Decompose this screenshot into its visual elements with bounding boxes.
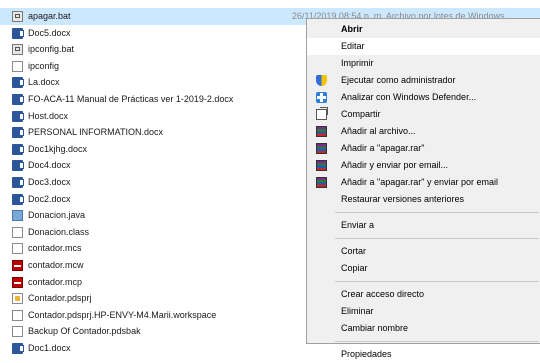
winrar-icon bbox=[316, 177, 327, 188]
menu-item-crear-acceso-directo[interactable]: Crear acceso directo bbox=[307, 286, 540, 303]
menu-separator bbox=[335, 281, 539, 282]
menu-item-label: Añadir y enviar por email... bbox=[341, 160, 449, 170]
file-name: La.docx bbox=[28, 77, 60, 88]
menu-item-label: Cambiar nombre bbox=[341, 323, 409, 333]
word-document-icon bbox=[12, 27, 24, 39]
blank-file-icon bbox=[12, 60, 23, 72]
menu-item-anadir-a-apagar-rar-y-enviar-por-email[interactable]: Añadir a "apagar.rar" y enviar por email bbox=[307, 174, 540, 191]
menu-item-imprimir[interactable]: Imprimir bbox=[307, 55, 540, 72]
share-icon bbox=[316, 107, 328, 120]
menu-item-cambiar-nombre[interactable]: Cambiar nombre bbox=[307, 320, 540, 337]
file-name: Donacion.java bbox=[28, 210, 86, 221]
word-document-icon bbox=[12, 160, 24, 172]
uac-shield-icon bbox=[316, 75, 327, 86]
menu-item-label: Cortar bbox=[341, 246, 367, 256]
menu-item-label: Copiar bbox=[341, 263, 368, 273]
file-name: contador.mcp bbox=[28, 276, 83, 287]
menu-item-label: Propiedades bbox=[341, 349, 392, 359]
file-name: contador.mcs bbox=[28, 243, 82, 254]
file-name: Contador.pdsprj.HP-ENVY-M4.Marii.workspa… bbox=[28, 309, 217, 320]
file-name: PERSONAL INFORMATION.docx bbox=[28, 127, 164, 138]
menu-item-label: Ejecutar como administrador bbox=[341, 75, 456, 85]
menu-item-label: Compartir bbox=[341, 109, 381, 119]
menu-item-propiedades[interactable]: Propiedades bbox=[307, 346, 540, 363]
file-name: apagar.bat bbox=[28, 11, 71, 21]
menu-item-label: Eliminar bbox=[341, 306, 374, 316]
menu-item-label: Añadir a "apagar.rar" bbox=[341, 143, 425, 153]
menu-item-label: Imprimir bbox=[341, 58, 374, 68]
word-document-icon bbox=[12, 110, 24, 122]
word-document-icon bbox=[12, 127, 24, 139]
menu-item-enviar-a[interactable]: Enviar a bbox=[307, 217, 540, 234]
mplab-file-icon bbox=[12, 259, 23, 271]
menu-item-label: Añadir a "apagar.rar" y enviar por email bbox=[341, 177, 498, 187]
blank-file-icon bbox=[12, 326, 23, 338]
menu-item-label: Abrir bbox=[341, 24, 363, 34]
blank-file-icon bbox=[12, 243, 23, 255]
word-document-icon bbox=[12, 77, 24, 89]
file-name: Contador.pdsprj bbox=[28, 293, 92, 304]
file-name: Doc2.docx bbox=[28, 193, 71, 204]
menu-item-anadir-y-enviar-por-email[interactable]: Añadir y enviar por email... bbox=[307, 157, 540, 174]
winrar-icon bbox=[316, 126, 327, 137]
menu-item-anadir-a-apagar-rar[interactable]: Añadir a "apagar.rar" bbox=[307, 140, 540, 157]
menu-item-editar[interactable]: Editar bbox=[307, 38, 540, 55]
blank-file-icon bbox=[12, 309, 23, 321]
menu-item-compartir[interactable]: Compartir bbox=[307, 106, 540, 123]
proteus-file-icon bbox=[12, 293, 23, 305]
file-name: Backup Of Contador.pdsbak bbox=[28, 326, 141, 337]
blank-file-icon bbox=[12, 226, 23, 238]
context-menu: Abrir Editar Imprimir Ejecutar como adminis… bbox=[306, 18, 540, 359]
windows-defender-icon bbox=[316, 92, 327, 103]
menu-item-anadir-al-archivo[interactable]: Añadir al archivo... bbox=[307, 123, 540, 140]
word-document-icon bbox=[12, 93, 24, 105]
menu-item-eliminar[interactable]: Eliminar bbox=[307, 303, 540, 320]
menu-item-abrir[interactable]: Abrir bbox=[307, 21, 540, 38]
file-name: Doc1.docx bbox=[28, 342, 71, 353]
file-name: Doc3.docx bbox=[28, 176, 71, 187]
menu-separator bbox=[335, 238, 539, 239]
file-name: FO-ACA-11 Manual de Prácticas ver 1-2019… bbox=[28, 93, 234, 104]
menu-item-copiar[interactable]: Copiar bbox=[307, 260, 540, 277]
word-document-icon bbox=[12, 342, 24, 354]
file-name: contador.mcw bbox=[28, 259, 84, 270]
menu-separator bbox=[335, 212, 539, 213]
menu-item-label: Añadir al archivo... bbox=[341, 126, 416, 136]
batch-file-icon bbox=[12, 11, 23, 22]
file-name: Doc5.docx bbox=[28, 27, 71, 38]
file-name: Donacion.class bbox=[28, 226, 90, 237]
file-name: Doc1kjhg.docx bbox=[28, 143, 88, 154]
menu-item-restaurar-versiones-anteriores[interactable]: Restaurar versiones anteriores bbox=[307, 191, 540, 208]
file-name: ipconfig bbox=[28, 60, 60, 71]
menu-item-label: Analizar con Windows Defender... bbox=[341, 92, 477, 102]
menu-item-label: Restaurar versiones anteriores bbox=[341, 194, 465, 204]
word-document-icon bbox=[12, 193, 24, 205]
file-name: ipconfig.bat bbox=[28, 44, 75, 55]
file-name: Host.docx bbox=[28, 110, 69, 121]
menu-item-label: Crear acceso directo bbox=[341, 289, 425, 299]
java-file-icon bbox=[12, 210, 23, 222]
file-name: Doc4.docx bbox=[28, 160, 71, 171]
mplab-file-icon bbox=[12, 276, 23, 288]
menu-separator bbox=[335, 341, 539, 342]
batch-file-icon bbox=[12, 44, 23, 56]
winrar-icon bbox=[316, 143, 327, 154]
menu-item-cortar[interactable]: Cortar bbox=[307, 243, 540, 260]
menu-item-ejecutar-como-administrador[interactable]: Ejecutar como administrador bbox=[307, 72, 540, 89]
menu-item-analizar-con-windows-defender[interactable]: Analizar con Windows Defender... bbox=[307, 89, 540, 106]
word-document-icon bbox=[12, 143, 24, 155]
winrar-icon bbox=[316, 160, 327, 171]
menu-item-label: Enviar a bbox=[341, 220, 375, 230]
word-document-icon bbox=[12, 176, 24, 188]
menu-item-label: Editar bbox=[341, 41, 365, 51]
